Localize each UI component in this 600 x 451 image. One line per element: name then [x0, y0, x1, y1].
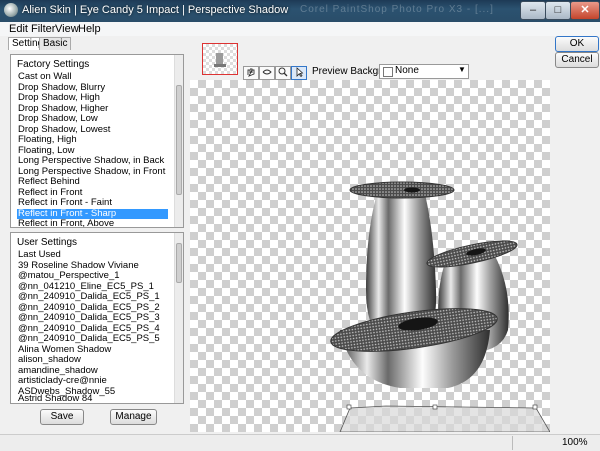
chevron-down-icon: ▼: [458, 65, 466, 74]
user-settings-header: User Settings: [17, 237, 78, 248]
zoom-icon[interactable]: [275, 66, 291, 80]
menu-bar: Edit Filter View Help: [0, 22, 600, 36]
status-divider: [512, 436, 513, 450]
menu-filter[interactable]: Filter: [31, 23, 55, 35]
list-item[interactable]: alison_shadow: [18, 355, 168, 365]
list-item[interactable]: artisticlady-cre@nnie: [18, 376, 168, 386]
hand-grab-icon[interactable]: [259, 66, 275, 80]
minimize-button[interactable]: –: [520, 1, 546, 20]
menu-view[interactable]: View: [55, 23, 79, 35]
list-item[interactable]: @nn_240910_Dalida_EC5_PS_2: [18, 302, 168, 313]
maximize-button[interactable]: □: [545, 1, 571, 20]
tab-basic[interactable]: Basic: [39, 37, 72, 50]
status-bar: 100%: [0, 434, 600, 451]
list-item[interactable]: @nn_240910_Dalida_EC5_PS_1: [18, 292, 168, 302]
list-item[interactable]: 39 Roseline Shadow Viviane: [18, 260, 168, 271]
list-item[interactable]: Drop Shadow, Blurry: [18, 82, 168, 93]
list-item[interactable]: Floating, High: [18, 135, 168, 145]
list-item[interactable]: Long Perspective Shadow, in Back: [18, 156, 168, 166]
factory-settings-header: Factory Settings: [17, 59, 90, 70]
list-item-selected[interactable]: Reflect in Front - Sharp: [17, 208, 168, 219]
list-item[interactable]: Alina Women Shadow: [18, 344, 168, 355]
user-settings-list[interactable]: User Settings Last Used 39 Roseline Shad…: [10, 232, 184, 404]
list-item[interactable]: Drop Shadow, Lowest: [18, 124, 168, 135]
preview-canvas[interactable]: [190, 80, 550, 432]
preview-background-select[interactable]: None ▼: [379, 64, 469, 79]
vases-preview-image: [330, 181, 550, 432]
hand-pan-icon[interactable]: [243, 66, 259, 80]
background-window-title: Corel PaintShop Photo Pro X3 - [...]: [300, 4, 494, 15]
save-button[interactable]: Save: [40, 409, 84, 425]
menu-help[interactable]: Help: [78, 23, 101, 35]
list-item[interactable]: Reflect in Front - Faint: [18, 198, 168, 208]
list-item[interactable]: Last Used: [18, 250, 168, 260]
list-item[interactable]: Long Perspective Shadow, in Front: [18, 166, 168, 177]
user-scrollbar[interactable]: [174, 233, 183, 403]
list-item[interactable]: @nn_240910_Dalida_EC5_PS_4: [18, 323, 168, 334]
preview-navigator[interactable]: [202, 43, 238, 75]
list-item[interactable]: Reflect in Front: [18, 187, 168, 198]
swatch-icon: [383, 67, 393, 77]
list-item[interactable]: Astrid Shadow 84: [18, 394, 168, 404]
list-item[interactable]: Cast on Wall: [18, 72, 168, 82]
preview-background-value: None: [395, 65, 419, 76]
window-title: Alien Skin | Eye Candy 5 Impact | Perspe…: [22, 4, 289, 16]
arrow-select-icon[interactable]: [291, 66, 307, 80]
navigator-thumbnail-icon: [214, 53, 226, 67]
title-bar[interactable]: Alien Skin | Eye Candy 5 Impact | Perspe…: [0, 0, 600, 22]
list-item[interactable]: Drop Shadow, High: [18, 93, 168, 103]
menu-edit[interactable]: Edit: [9, 23, 28, 35]
list-item[interactable]: @nn_240910_Dalida_EC5_PS_3: [18, 313, 168, 323]
list-item[interactable]: Floating, Low: [18, 145, 168, 156]
list-item[interactable]: @nn_041210_Eline_EC5_PS_1: [18, 281, 168, 292]
app-icon: [4, 3, 18, 17]
list-item[interactable]: @nn_240910_Dalida_EC5_PS_5: [18, 334, 168, 344]
list-item[interactable]: Reflect in Front, Above: [18, 219, 168, 228]
scrollbar-thumb[interactable]: [176, 243, 182, 283]
factory-settings-list[interactable]: Factory Settings Cast on Wall Drop Shado…: [10, 54, 184, 228]
list-item[interactable]: Drop Shadow, Higher: [18, 103, 168, 114]
list-item[interactable]: Drop Shadow, Low: [18, 114, 168, 124]
manage-button[interactable]: Manage: [110, 409, 157, 425]
ok-button[interactable]: OK: [555, 36, 599, 52]
zoom-level: 100%: [562, 437, 588, 448]
cancel-button[interactable]: Cancel: [555, 52, 599, 68]
scrollbar-thumb[interactable]: [176, 85, 182, 195]
list-item[interactable]: Reflect Behind: [18, 177, 168, 187]
list-item[interactable]: @matou_Perspective_1: [18, 271, 168, 281]
factory-scrollbar[interactable]: [174, 55, 183, 227]
list-item[interactable]: amandine_shadow: [18, 365, 168, 376]
close-button[interactable]: ✕: [570, 1, 600, 20]
